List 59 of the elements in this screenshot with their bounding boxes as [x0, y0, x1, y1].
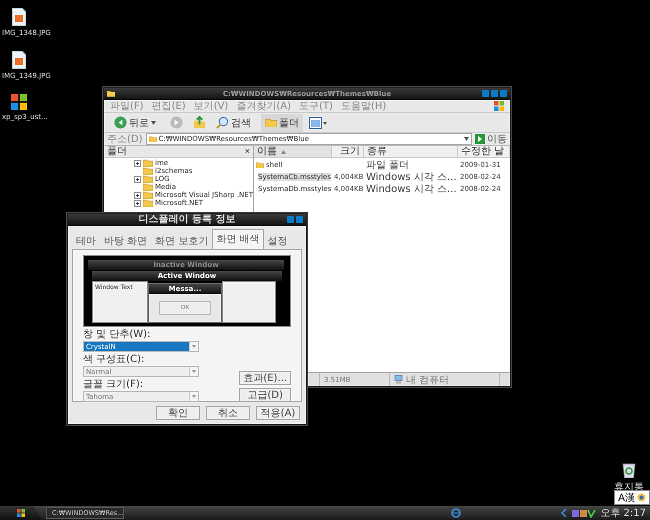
field-label: 창 및 단추(W):: [83, 329, 152, 340]
search-button[interactable]: 검색: [212, 114, 255, 132]
dialog-button[interactable]: 효과(E)...: [239, 371, 291, 385]
file-type: Windows 시각 스...: [365, 183, 458, 196]
folder-icon: [265, 118, 277, 128]
folder-icon: [107, 90, 115, 97]
close-button[interactable]: ×: [244, 147, 250, 156]
folder-icon: [256, 162, 264, 168]
go-button[interactable]: 이동: [475, 132, 507, 146]
folders-button[interactable]: 폴더: [261, 114, 303, 132]
column-header[interactable]: 종류: [364, 146, 458, 157]
file-type: Windows 시각 스...: [365, 171, 458, 184]
pane-title: 폴더: [107, 146, 127, 157]
expand-icon[interactable]: [134, 192, 141, 198]
start-button[interactable]: [0, 506, 42, 520]
caret-icon: [464, 137, 469, 141]
tab[interactable]: 화면 보호기: [151, 232, 212, 249]
field-label: 색 구성표(C):: [83, 354, 146, 365]
back-button[interactable]: 뒤로: [110, 114, 160, 132]
windows-logo-icon: [11, 94, 27, 110]
dialog-button[interactable]: 취소: [206, 406, 250, 420]
tray-chevron-icon[interactable]: [561, 509, 568, 517]
windows-logo-icon: [17, 509, 25, 517]
dialog-button[interactable]: 확인: [156, 406, 200, 420]
recycle-bin-icon[interactable]: [622, 462, 636, 478]
column-header[interactable]: 이름: [254, 146, 332, 157]
clock: 오후 2:17: [599, 507, 647, 520]
expand-icon[interactable]: [134, 176, 141, 182]
image-file-icon: [12, 8, 26, 26]
go-arrow-icon: [475, 134, 485, 144]
address-label: 주소(D): [107, 134, 143, 144]
tab[interactable]: 테마: [72, 232, 100, 249]
windows-logo-icon: [494, 101, 504, 111]
tab[interactable]: 바탕 화면: [100, 232, 152, 249]
image-file-icon: [12, 51, 26, 69]
status-location: 내 컴퓨터: [390, 373, 500, 386]
expand-icon[interactable]: [134, 160, 141, 166]
column-header[interactable]: 크기: [332, 146, 364, 157]
search-icon: [216, 116, 229, 129]
dropdown-arrow-icon: [189, 367, 198, 376]
ime-mode-icon: [637, 493, 646, 502]
folder-icon: [148, 136, 157, 142]
dialog-title: 디스플레이 등록 정보: [138, 215, 236, 225]
dropdown-arrow-icon: [189, 342, 198, 351]
tab[interactable]: 설정: [264, 232, 292, 249]
tab[interactable]: 화면 배색: [212, 229, 264, 249]
field-label: 글꼴 크기(F):: [83, 379, 144, 390]
expand-icon[interactable]: [134, 200, 141, 206]
browser-icon[interactable]: [451, 508, 462, 518]
view-grid-icon[interactable]: [309, 116, 327, 128]
tray-icons-drawing[interactable]: [572, 508, 596, 518]
column-header[interactable]: 수정한 날: [458, 146, 510, 157]
ime-toolbar[interactable]: A漢: [614, 490, 650, 505]
dialog-button[interactable]: 적용(A): [256, 406, 300, 420]
dialog-button[interactable]: 고급(D): [239, 388, 291, 402]
up-folder-icon[interactable]: [193, 116, 206, 129]
caret-icon: [151, 120, 156, 124]
file-type: 파일 폴더: [365, 159, 410, 172]
sort-caret-icon: [281, 150, 286, 154]
